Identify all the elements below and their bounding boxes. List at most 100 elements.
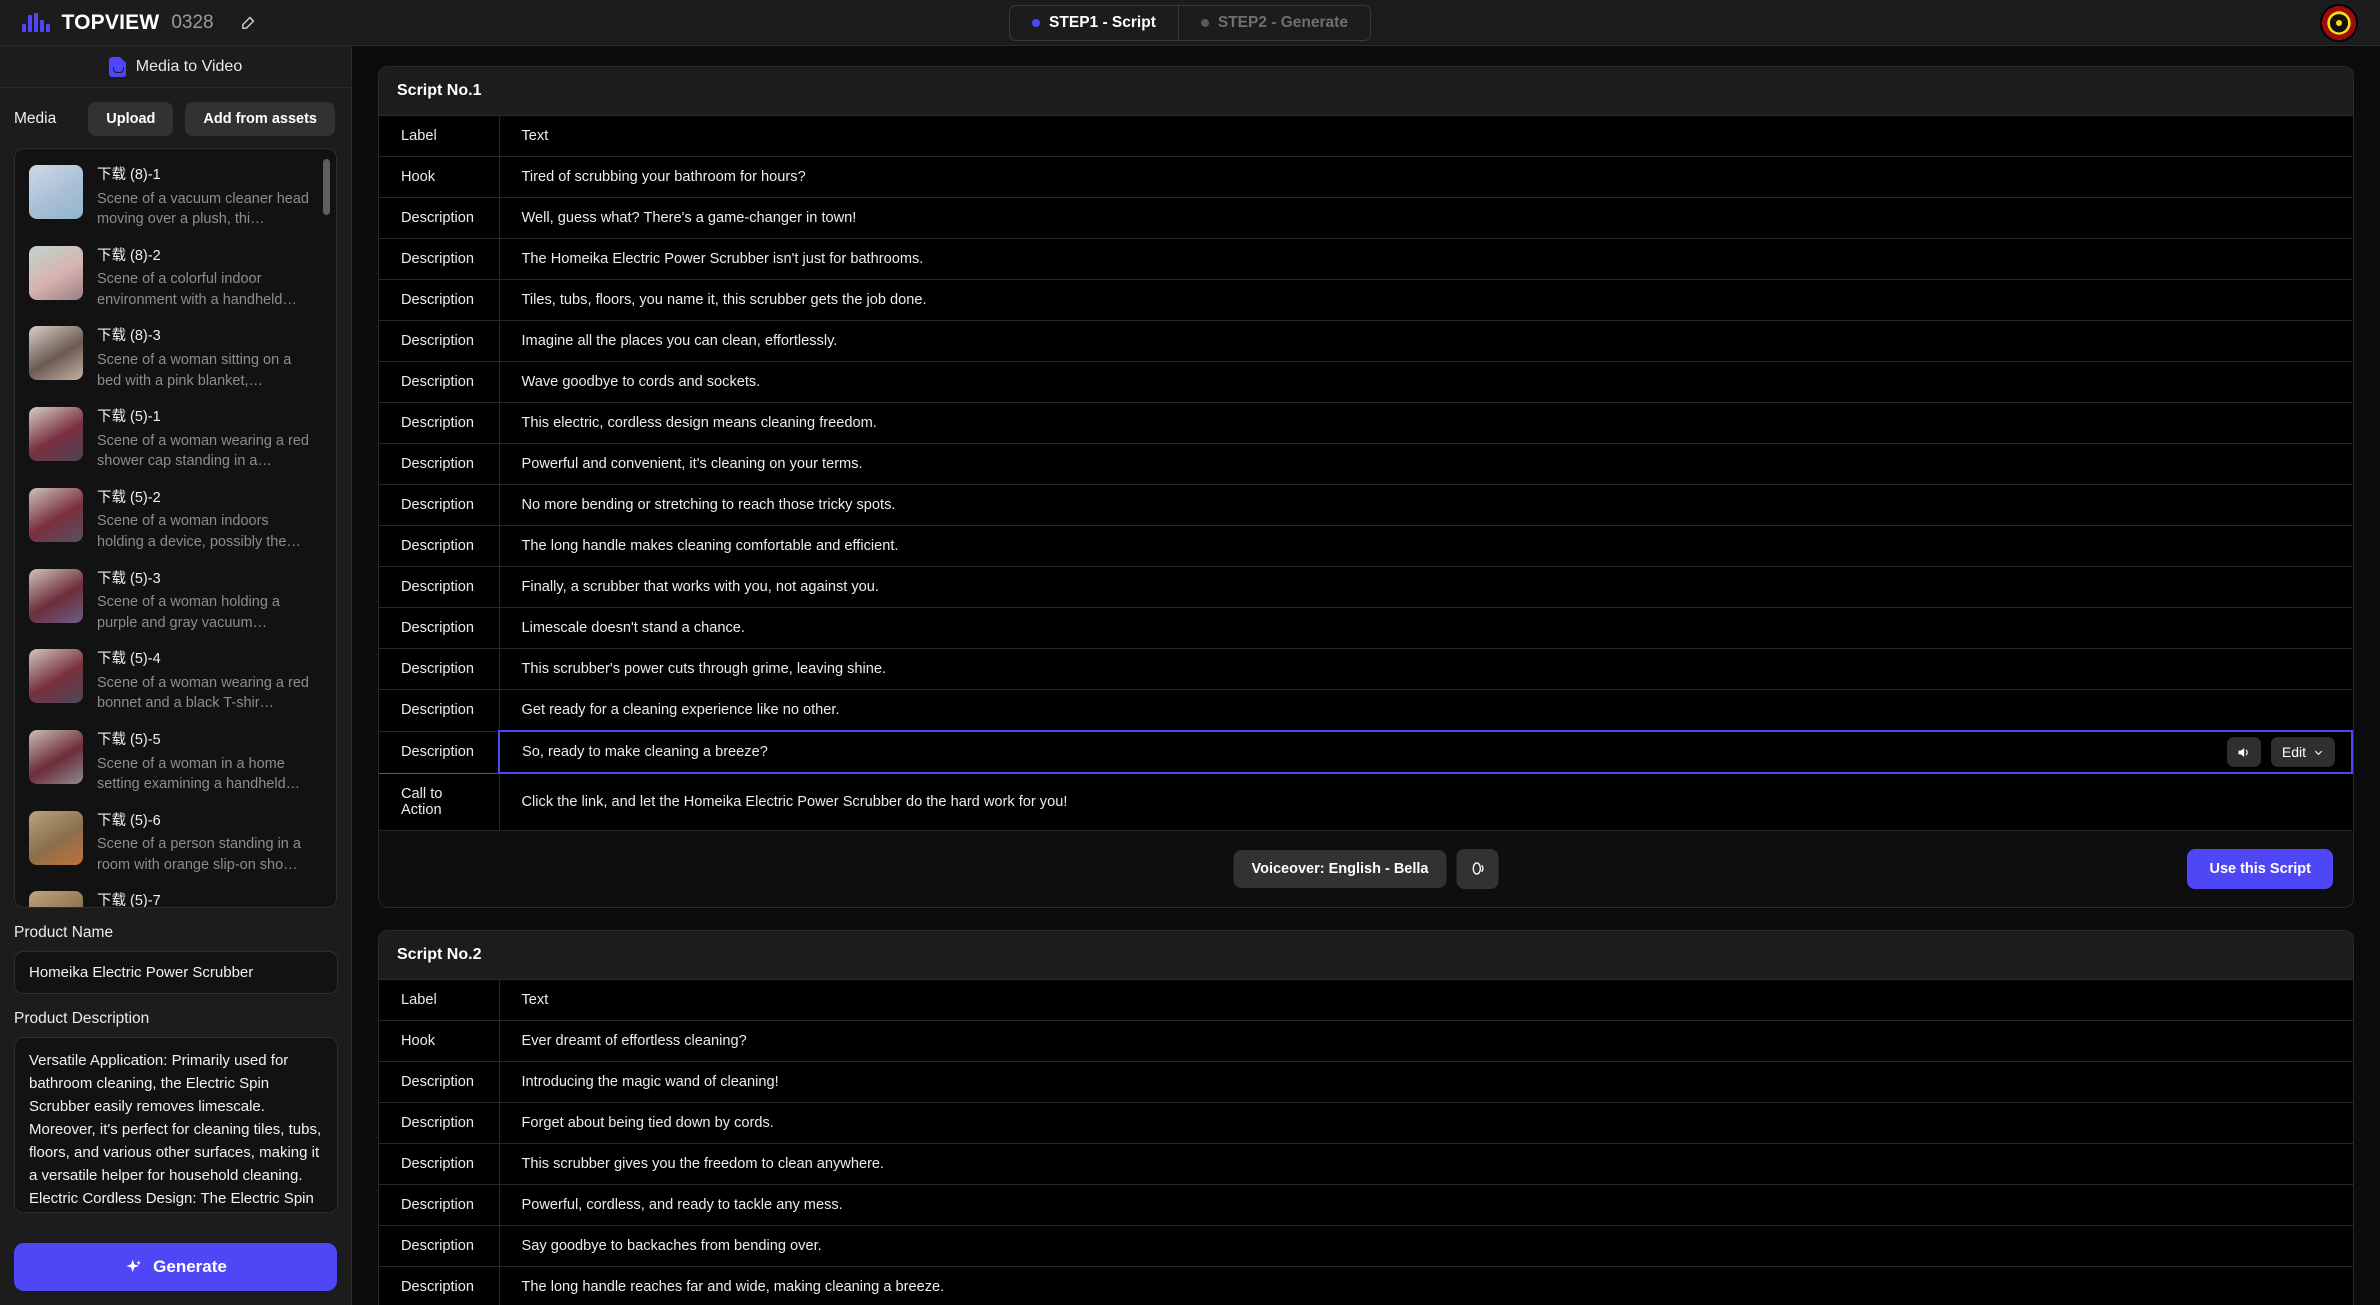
voiceover-button[interactable]: Voiceover: English - Bella [1233, 850, 1446, 888]
table-row[interactable]: DescriptionThis scrubber's power cuts th… [379, 649, 2352, 690]
brand-logo[interactable]: TOPVIEW 0328 [0, 11, 257, 35]
table-row[interactable]: DescriptionGet ready for a cleaning expe… [379, 690, 2352, 732]
table-row[interactable]: Call to ActionClick the link, and let th… [379, 773, 2352, 830]
table-row[interactable]: DescriptionThe long handle reaches far a… [379, 1266, 2353, 1305]
media-list-item[interactable]: 下载 (8)-3Scene of a woman sitting on a be… [15, 318, 336, 399]
row-text-cell[interactable]: This scrubber's power cuts through grime… [499, 649, 2352, 690]
media-item-description: Scene of a woman holding a purple and gr… [97, 592, 309, 633]
media-item-title: 下载 (8)-3 [97, 327, 309, 347]
row-label: Description [379, 362, 499, 403]
media-list[interactable]: 下载 (8)-1Scene of a vacuum cleaner head m… [14, 148, 337, 908]
table-row[interactable]: DescriptionSay goodbye to backaches from… [379, 1225, 2353, 1266]
step-tabs: STEP1 - Script STEP2 - Generate [1009, 5, 1371, 41]
media-list-item[interactable]: 下载 (5)-3Scene of a woman holding a purpl… [15, 561, 336, 642]
sidebar-panel-header: Media to Video [0, 46, 351, 88]
table-row[interactable]: DescriptionThe Homeika Electric Power Sc… [379, 239, 2352, 280]
table-row[interactable]: DescriptionThis electric, cordless desig… [379, 403, 2352, 444]
row-label: Description [379, 1143, 499, 1184]
main-content: Script No.1LabelTextHookTired of scrubbi… [352, 46, 2380, 1305]
generate-button[interactable]: Generate [14, 1243, 337, 1291]
media-list-item[interactable]: 下载 (5)-2Scene of a woman indoors holding… [15, 480, 336, 561]
table-row[interactable]: DescriptionWell, guess what? There's a g… [379, 198, 2352, 239]
table-row[interactable]: HookTired of scrubbing your bathroom for… [379, 157, 2352, 198]
row-text-cell[interactable]: Say goodbye to backaches from bending ov… [499, 1225, 2353, 1266]
table-row[interactable]: DescriptionForget about being tied down … [379, 1102, 2353, 1143]
table-row[interactable]: DescriptionSo, ready to make cleaning a … [379, 731, 2352, 773]
row-text-cell[interactable]: This electric, cordless design means cle… [499, 403, 2352, 444]
row-text: Well, guess what? There's a game-changer… [522, 210, 857, 226]
media-item-title: 下载 (8)-1 [97, 166, 309, 186]
media-list-item[interactable]: 下载 (8)-2Scene of a colorful indoor envir… [15, 238, 336, 319]
row-text-cell[interactable]: Powerful, cordless, and ready to tackle … [499, 1184, 2353, 1225]
row-text-cell[interactable]: Forget about being tied down by cords. [499, 1102, 2353, 1143]
row-label: Hook [379, 157, 499, 198]
row-text-cell[interactable]: Imagine all the places you can clean, ef… [499, 321, 2352, 362]
row-text: The Homeika Electric Power Scrubber isn'… [522, 251, 924, 267]
upload-button[interactable]: Upload [88, 102, 173, 136]
media-list-item[interactable]: 下载 (5)-7 [15, 883, 336, 908]
table-row[interactable]: DescriptionNo more bending or stretching… [379, 485, 2352, 526]
column-header-label: Label [379, 116, 499, 157]
speaker-icon[interactable] [2227, 737, 2261, 767]
row-text-cell[interactable]: This scrubber gives you the freedom to c… [499, 1143, 2353, 1184]
table-row[interactable]: HookEver dreamt of effortless cleaning? [379, 1020, 2353, 1061]
media-list-item[interactable]: 下载 (5)-1Scene of a woman wearing a red s… [15, 399, 336, 480]
row-text: Powerful, cordless, and ready to tackle … [522, 1197, 843, 1213]
tab-step2-label: STEP2 - Generate [1218, 14, 1348, 32]
product-description-input[interactable]: Versatile Application: Primarily used fo… [14, 1037, 338, 1213]
media-item-description: Scene of a person standing in a room wit… [97, 834, 309, 875]
add-from-assets-button[interactable]: Add from assets [185, 102, 335, 136]
avatar[interactable] [2320, 4, 2358, 42]
tab-step2-generate[interactable]: STEP2 - Generate [1178, 6, 1370, 40]
media-thumbnail [29, 891, 83, 908]
media-label: Media [14, 110, 56, 128]
row-text-cell[interactable]: Tiles, tubs, floors, you name it, this s… [499, 280, 2352, 321]
row-text-cell[interactable]: The Homeika Electric Power Scrubber isn'… [499, 239, 2352, 280]
media-list-scrollbar[interactable] [323, 159, 330, 215]
row-text-cell[interactable]: Wave goodbye to cords and sockets. [499, 362, 2352, 403]
row-text-cell[interactable]: Ever dreamt of effortless cleaning? [499, 1020, 2353, 1061]
row-text-cell[interactable]: Finally, a scrubber that works with you,… [499, 567, 2352, 608]
media-list-item[interactable]: 下载 (5)-6Scene of a person standing in a … [15, 803, 336, 884]
media-list-item[interactable]: 下载 (8)-1Scene of a vacuum cleaner head m… [15, 157, 336, 238]
row-text-cell[interactable]: The long handle makes cleaning comfortab… [499, 526, 2352, 567]
table-row[interactable]: DescriptionFinally, a scrubber that work… [379, 567, 2352, 608]
table-row[interactable]: DescriptionPowerful and convenient, it's… [379, 444, 2352, 485]
generate-section: Generate [0, 1229, 351, 1305]
row-text-cell[interactable]: So, ready to make cleaning a breeze?Edit [499, 731, 2352, 773]
media-item-description: Scene of a woman in a home setting exami… [97, 754, 309, 795]
table-row[interactable]: DescriptionLimescale doesn't stand a cha… [379, 608, 2352, 649]
row-text-cell[interactable]: Powerful and convenient, it's cleaning o… [499, 444, 2352, 485]
voice-preview-icon[interactable] [1457, 849, 1499, 889]
product-name-input[interactable] [14, 951, 338, 994]
edit-pencil-icon[interactable] [240, 14, 257, 31]
media-list-item[interactable]: 下载 (5)-5Scene of a woman in a home setti… [15, 722, 336, 803]
table-row[interactable]: DescriptionThe long handle makes cleanin… [379, 526, 2352, 567]
table-row[interactable]: DescriptionTiles, tubs, floors, you name… [379, 280, 2352, 321]
row-text-cell[interactable]: Introducing the magic wand of cleaning! [499, 1061, 2353, 1102]
row-text-cell[interactable]: Well, guess what? There's a game-changer… [499, 198, 2352, 239]
script-table: LabelTextHookTired of scrubbing your bat… [379, 116, 2353, 831]
edit-dropdown-button[interactable]: Edit [2271, 737, 2335, 767]
row-text-cell[interactable]: Get ready for a cleaning experience like… [499, 690, 2352, 732]
row-label: Description [379, 1102, 499, 1143]
row-label: Description [379, 280, 499, 321]
table-row[interactable]: DescriptionImagine all the places you ca… [379, 321, 2352, 362]
tab-step1-script[interactable]: STEP1 - Script [1010, 6, 1178, 40]
media-item-title: 下载 (5)-2 [97, 489, 309, 509]
table-row[interactable]: DescriptionThis scrubber gives you the f… [379, 1143, 2353, 1184]
row-text-cell[interactable]: No more bending or stretching to reach t… [499, 485, 2352, 526]
table-row[interactable]: DescriptionWave goodbye to cords and soc… [379, 362, 2352, 403]
row-text-cell[interactable]: The long handle reaches far and wide, ma… [499, 1266, 2353, 1305]
table-row[interactable]: DescriptionIntroducing the magic wand of… [379, 1061, 2353, 1102]
use-this-script-button[interactable]: Use this Script [2187, 849, 2333, 889]
row-label: Description [379, 444, 499, 485]
row-text: Get ready for a cleaning experience like… [522, 702, 840, 718]
row-text-cell[interactable]: Limescale doesn't stand a chance. [499, 608, 2352, 649]
row-text-cell[interactable]: Tired of scrubbing your bathroom for hou… [499, 157, 2352, 198]
script-card: Script No.1LabelTextHookTired of scrubbi… [378, 66, 2354, 908]
table-row[interactable]: DescriptionPowerful, cordless, and ready… [379, 1184, 2353, 1225]
row-text-cell[interactable]: Click the link, and let the Homeika Elec… [499, 773, 2352, 830]
media-thumbnail [29, 326, 83, 380]
media-list-item[interactable]: 下载 (5)-4Scene of a woman wearing a red b… [15, 641, 336, 722]
